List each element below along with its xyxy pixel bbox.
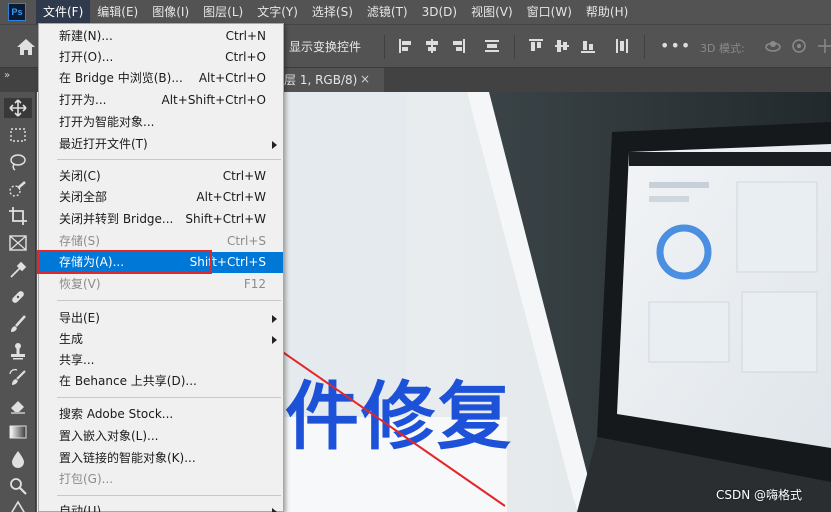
menu-item-share[interactable]: 共享...: [39, 350, 283, 371]
menu-item-share-on-behance[interactable]: 在 Behance 上共享(D)...: [39, 371, 283, 392]
menu-item-close-and-go-to-bridge[interactable]: 关闭并转到 Bridge... Shift+Ctrl+W: [39, 209, 283, 230]
annotation-highlight-box: [37, 250, 212, 274]
submenu-arrow-icon: [272, 508, 277, 512]
menu-item-place-linked[interactable]: 置入链接的智能对象(K)...: [39, 448, 283, 469]
menu-item-search-adobe-stock[interactable]: 搜索 Adobe Stock...: [39, 404, 283, 425]
menu-item-new[interactable]: 新建(N)... Ctrl+N: [39, 26, 283, 47]
menu-separator: [57, 300, 281, 301]
menu-item-export[interactable]: 导出(E): [39, 308, 283, 329]
menu-item-save: 存储(S) Ctrl+S: [59, 234, 266, 248]
menu-item-close[interactable]: 关闭(C) Ctrl+W: [39, 166, 283, 187]
submenu-arrow-icon: [272, 141, 277, 149]
submenu-arrow-icon: [272, 336, 277, 344]
menu-separator: [57, 397, 281, 398]
menu-separator: [57, 495, 281, 496]
menu-item-generate[interactable]: 生成: [39, 329, 283, 350]
submenu-arrow-icon: [272, 315, 277, 323]
menu-item-recent-files[interactable]: 最近打开文件(T): [39, 134, 283, 155]
menu-item-open-as-smart-object[interactable]: 打开为智能对象...: [39, 112, 283, 133]
menu-item-open-as[interactable]: 打开为... Alt+Shift+Ctrl+O: [39, 90, 283, 111]
menu-item-close-all[interactable]: 关闭全部 Alt+Ctrl+W: [39, 187, 283, 208]
menu-item-open[interactable]: 打开(O)... Ctrl+O: [39, 47, 283, 68]
menu-item-place-embedded[interactable]: 置入嵌入对象(L)...: [39, 426, 283, 447]
menu-item-package: 打包(G)...: [59, 472, 114, 486]
watermark-text: CSDN @嗨格式: [716, 488, 803, 502]
menu-item-browse-in-bridge[interactable]: 在 Bridge 中浏览(B)... Alt+Ctrl+O: [39, 68, 283, 89]
menu-item-revert: 恢复(V) F12: [59, 277, 266, 291]
menu-separator: [57, 159, 281, 160]
menu-item-automate[interactable]: 自动(U): [39, 501, 283, 512]
